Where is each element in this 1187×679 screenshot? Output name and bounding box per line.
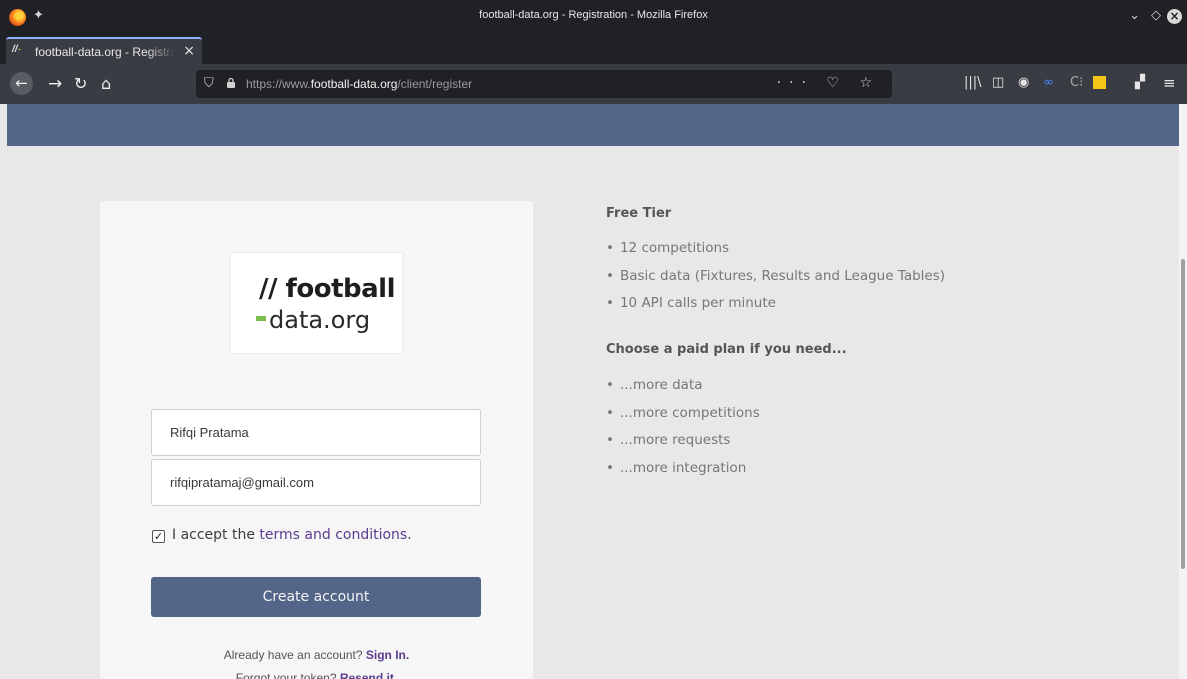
extensions-gift-icon[interactable]: ▞ xyxy=(1135,76,1145,90)
account-icon[interactable]: ◉ xyxy=(1018,76,1029,90)
lock-icon[interactable] xyxy=(226,78,236,88)
sidebar-icon[interactable]: ◫ xyxy=(992,76,1004,90)
tracking-shield-icon[interactable]: ⛉ xyxy=(204,76,214,91)
extension-blue-icon[interactable]: ∞ xyxy=(1043,76,1054,90)
scrollbar-thumb[interactable] xyxy=(1181,259,1185,569)
url-bar[interactable]: ⛉ https://www.football-data.org/client/r… xyxy=(196,70,892,98)
navigation-bar: ← → ↻ ⌂ ⛉ https://www.football-data.org/… xyxy=(0,64,1187,104)
list-item: ...more integration xyxy=(606,460,760,488)
list-item: ...more requests xyxy=(606,432,760,460)
forward-icon[interactable]: → xyxy=(48,74,62,94)
free-tier-heading: Free Tier xyxy=(606,206,672,221)
logo-line-football: // football xyxy=(259,274,396,304)
menu-icon[interactable]: ≡ xyxy=(1163,76,1176,91)
site-header xyxy=(7,104,1179,146)
email-field[interactable]: rifqipratamaj@gmail.com xyxy=(151,459,481,506)
tab-label: football-data.org - Registration xyxy=(35,45,175,59)
resend-link[interactable]: Resend it. xyxy=(340,671,397,679)
free-tier-list: 12 competitions Basic data (Fixtures, Re… xyxy=(606,240,945,323)
tab-close-icon[interactable]: × xyxy=(183,43,195,59)
paid-plan-heading: Choose a paid plan if you need... xyxy=(606,342,847,357)
logo-dash-icon xyxy=(256,316,266,321)
accept-terms-row: ✓ I accept the terms and conditions. xyxy=(152,527,412,543)
accept-checkbox[interactable]: ✓ xyxy=(152,530,165,543)
paid-plan-list: ...more data ...more competitions ...mor… xyxy=(606,377,760,487)
tab-strip: //- football-data.org - Registration × + xyxy=(0,34,1187,90)
page-scrollbar[interactable] xyxy=(1179,104,1187,679)
reload-icon[interactable]: ↻ xyxy=(74,74,87,94)
list-item: Basic data (Fixtures, Results and League… xyxy=(606,268,945,296)
list-item: ...more competitions xyxy=(606,405,760,433)
resend-token-prompt: Forgot your token? Resend it. xyxy=(100,671,533,679)
back-icon[interactable]: ← xyxy=(10,72,33,95)
sign-in-link[interactable]: Sign In. xyxy=(366,648,409,662)
name-field[interactable]: Rifqi Pratama xyxy=(151,409,481,456)
library-icon[interactable]: |||\ xyxy=(964,76,982,90)
minimize-icon[interactable]: ⌄ xyxy=(1129,8,1140,23)
home-icon[interactable]: ⌂ xyxy=(101,74,111,94)
terms-link[interactable]: terms and conditions xyxy=(259,527,407,543)
create-account-button[interactable]: Create account xyxy=(151,577,481,617)
page-actions-icons[interactable]: ··· ♡ ☆ xyxy=(777,75,880,91)
extension-c-icon[interactable]: C⁝ xyxy=(1070,76,1083,90)
sign-in-prompt: Already have an account? Sign In. xyxy=(223,648,410,662)
url-text: https://www.football-data.org/client/reg… xyxy=(246,77,473,91)
site-logo[interactable]: // football data.org xyxy=(230,252,403,354)
logo-line-dataorg: data.org xyxy=(256,306,370,334)
window-titlebar: ✦ football-data.org - Registration - Moz… xyxy=(0,0,1187,34)
registration-card: // football data.org Rifqi Pratama rifqi… xyxy=(100,201,533,679)
list-item: 12 competitions xyxy=(606,240,945,268)
list-item: 10 API calls per minute xyxy=(606,295,945,323)
window-title: football-data.org - Registration - Mozil… xyxy=(479,9,708,21)
extension-yellow-icon[interactable] xyxy=(1093,76,1106,89)
page-content: // football data.org Rifqi Pratama rifqi… xyxy=(0,104,1179,679)
maximize-icon[interactable]: ◇ xyxy=(1151,8,1161,23)
close-icon[interactable]: × xyxy=(1167,9,1182,24)
tab-football-data[interactable]: //- football-data.org - Registration × xyxy=(6,37,202,64)
site-favicon-icon: //- xyxy=(12,44,21,55)
list-item: ...more data xyxy=(606,377,760,405)
